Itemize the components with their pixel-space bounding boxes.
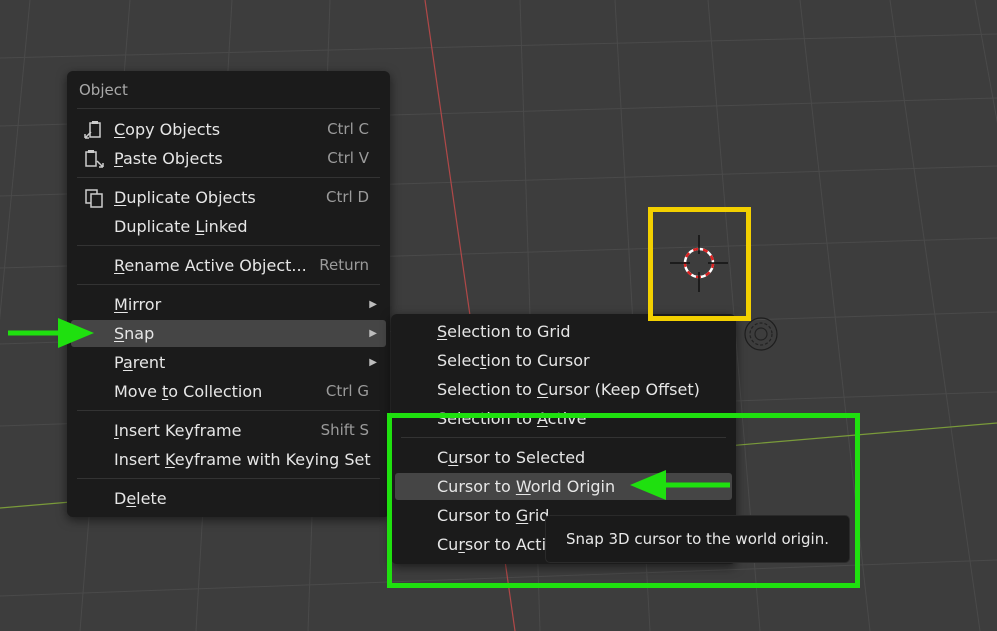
paste-icon xyxy=(85,150,104,168)
menu-separator xyxy=(77,284,380,285)
menu-item-parent[interactable]: Parent ▶ xyxy=(71,349,386,376)
object-origin-icon xyxy=(744,317,778,351)
shortcut-label: Return xyxy=(319,256,369,274)
menu-item-label: Rename Active Object... xyxy=(114,256,307,275)
cursor-options-highlight-box xyxy=(387,413,860,588)
duplicate-icon xyxy=(85,189,103,208)
menu-item-label: Selection to Cursor xyxy=(437,351,590,370)
menu-item-paste-objects[interactable]: Paste Objects Ctrl V xyxy=(71,145,386,172)
menu-title: Object xyxy=(79,81,128,99)
menu-item-label: Delete xyxy=(114,489,167,508)
menu-item-copy-objects[interactable]: Copy Objects Ctrl C xyxy=(71,116,386,143)
menu-separator xyxy=(77,177,380,178)
menu-item-label: Insert Keyframe xyxy=(114,421,242,440)
menu-item-label: Parent xyxy=(114,353,166,372)
menu-item-label: Duplicate Linked xyxy=(114,217,248,236)
submenu-arrow-icon: ▶ xyxy=(369,328,377,339)
menu-item-label: Copy Objects xyxy=(114,120,221,139)
menu-item-rename-active-object[interactable]: Rename Active Object... Return xyxy=(71,252,386,279)
menu-item-duplicate-linked[interactable]: Duplicate Linked xyxy=(71,213,386,240)
menu-item-insert-keyframe[interactable]: Insert Keyframe Shift S xyxy=(71,417,386,444)
menu-item-label: Duplicate Objects xyxy=(114,188,256,207)
3d-cursor-highlight-box xyxy=(648,207,751,321)
menu-separator xyxy=(77,245,380,246)
object-context-menu: Object Copy Objects Ctrl C Paste Objects… xyxy=(67,71,390,517)
menu-item-label: Selection to Grid xyxy=(437,322,571,341)
menu-item-label: Selection to Cursor (Keep Offset) xyxy=(437,380,700,399)
menu-item-label: Insert Keyframe with Keying Set xyxy=(114,450,371,469)
menu-separator xyxy=(77,410,380,411)
menu-separator xyxy=(77,108,380,109)
menu-item-label: Paste Objects xyxy=(114,149,223,168)
shortcut-label: Ctrl C xyxy=(327,120,369,138)
menu-item-insert-keyframe-keying-set[interactable]: Insert Keyframe with Keying Set xyxy=(71,446,386,473)
menu-item-duplicate-objects[interactable]: Duplicate Objects Ctrl D xyxy=(71,184,386,211)
world-origin-pointer-arrow-icon xyxy=(630,470,730,500)
snap-item-selection-to-cursor-keep-offset[interactable]: Selection to Cursor (Keep Offset) xyxy=(395,376,732,403)
menu-item-label: Snap xyxy=(114,324,155,343)
submenu-arrow-icon: ▶ xyxy=(369,299,377,310)
shortcut-label: Shift S xyxy=(320,421,369,439)
shortcut-label: Ctrl V xyxy=(327,149,369,167)
menu-item-label: Move to Collection xyxy=(114,382,263,401)
snap-item-selection-to-cursor[interactable]: Selection to Cursor xyxy=(395,347,732,374)
copy-icon xyxy=(84,121,101,139)
snap-item-selection-to-grid[interactable]: Selection to Grid xyxy=(395,318,732,345)
menu-item-mirror[interactable]: Mirror ▶ xyxy=(71,291,386,318)
menu-item-label: Mirror xyxy=(114,295,162,314)
menu-item-snap[interactable]: Snap ▶ xyxy=(71,320,386,347)
submenu-arrow-icon: ▶ xyxy=(369,357,377,368)
menu-item-delete[interactable]: Delete xyxy=(71,485,386,512)
shortcut-label: Ctrl D xyxy=(325,188,369,206)
menu-item-move-to-collection[interactable]: Move to Collection Ctrl G xyxy=(71,378,386,405)
shortcut-label: Ctrl G xyxy=(325,382,369,400)
menu-separator xyxy=(77,478,380,479)
snap-pointer-arrow-icon xyxy=(8,318,94,348)
